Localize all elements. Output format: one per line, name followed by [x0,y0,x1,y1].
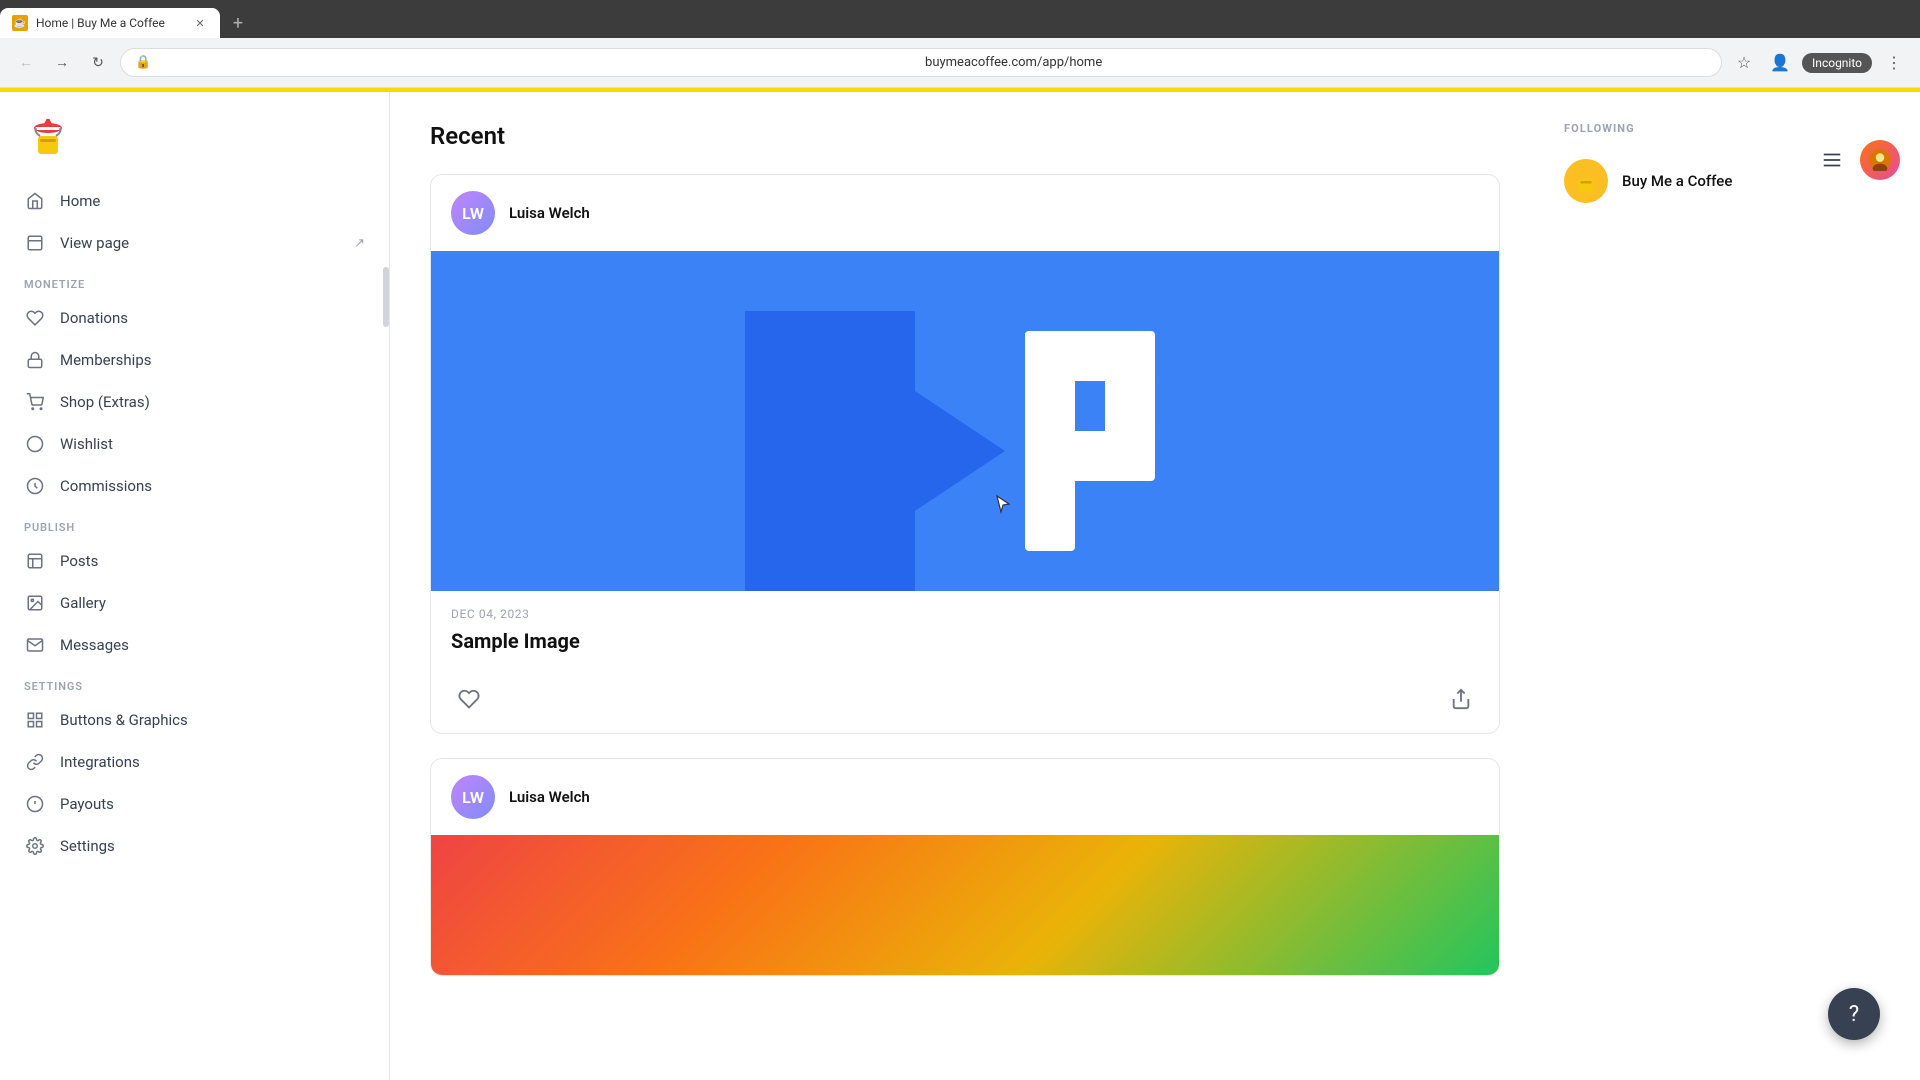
post-card-1: LW Luisa Welch [430,174,1500,734]
sidebar-item-memberships[interactable]: Memberships [0,339,389,381]
sidebar-item-messages[interactable]: Messages [0,624,389,666]
gallery-icon [24,592,46,614]
share-button-1[interactable] [1443,681,1479,717]
sidebar-scrollbar[interactable] [383,92,389,1080]
sidebar-nav: Home View page ↗ MONETIZE Donations [0,180,389,1080]
tab-favicon: ☕ [12,15,28,31]
sidebar-item-payouts[interactable]: Payouts [0,783,389,825]
active-tab[interactable]: ☕ Home | Buy Me a Coffee ✕ [0,8,220,38]
sidebar-item-donations[interactable]: Donations [0,297,389,339]
logo-icon [26,114,70,158]
address-bar[interactable]: 🔒 buymeacoffee.com/app/home [120,48,1722,77]
memberships-icon [24,349,46,371]
payouts-icon [24,793,46,815]
post-card-header-1: LW Luisa Welch [431,175,1499,251]
messages-icon [24,634,46,656]
incognito-badge[interactable]: Incognito [1802,53,1872,73]
profile-icon[interactable]: 👤 [1766,49,1794,77]
publish-section-title: PUBLISH [0,507,389,540]
help-button[interactable]: ? [1828,988,1880,1040]
author-name-1: Luisa Welch [509,204,590,222]
commissions-icon [24,475,46,497]
avatar-image [1869,149,1891,171]
sidebar-item-settings[interactable]: Settings [0,825,389,867]
post-meta-1: DEC 04, 2023 Sample Image [431,591,1499,653]
page-title: Recent [430,122,1500,150]
sidebar-item-shop[interactable]: Shop (Extras) [0,381,389,423]
post-image-2 [431,835,1499,975]
monetize-section-title: MONETIZE [0,264,389,297]
buttons-graphics-icon [24,709,46,731]
following-name-bmc: Buy Me a Coffee [1622,172,1732,190]
following-title: FOLLOWING [1564,122,1896,135]
following-avatar-bmc [1564,159,1608,203]
sidebar-item-commissions[interactable]: Commissions [0,465,389,507]
post-card-2: LW Luisa Welch [430,758,1500,976]
post-image-2-bg [431,835,1499,975]
scrollbar-thumb [383,267,389,327]
tab-close-button[interactable]: ✕ [192,15,208,31]
author-name-2: Luisa Welch [509,788,590,806]
bmc-following-logo [1572,167,1600,195]
help-icon: ? [1849,1002,1859,1027]
header-right [1816,140,1900,180]
author-avatar-2: LW [451,775,495,819]
sidebar-item-gallery[interactable]: Gallery [0,582,389,624]
hamburger-button[interactable] [1816,144,1848,176]
shop-icon [24,391,46,413]
post-image-1 [431,251,1499,591]
toolbar-icons: ☆ 👤 Incognito ⋮ [1730,49,1908,77]
like-button-1[interactable] [451,681,487,717]
post-card-header-2: LW Luisa Welch [431,759,1499,835]
post-actions-1 [431,669,1499,733]
sidebar-item-posts[interactable]: Posts [0,540,389,582]
main-content: Recent LW Luisa Welch [390,92,1540,1080]
posts-icon [24,550,46,572]
browser-chrome: ☕ Home | Buy Me a Coffee ✕ + ← → ↻ 🔒 buy… [0,0,1920,88]
tab-title: Home | Buy Me a Coffee [36,16,184,30]
user-avatar[interactable] [1860,140,1900,180]
url-text: buymeacoffee.com/app/home [925,55,1707,70]
settings-icon [24,835,46,857]
post-image-svg [431,251,1499,591]
author-avatar-1: LW [451,191,495,235]
settings-section-title: SETTINGS [0,666,389,699]
bookmark-icon[interactable]: ☆ [1730,49,1758,77]
wishlist-icon [24,433,46,455]
donations-icon [24,307,46,329]
tab-bar: ☕ Home | Buy Me a Coffee ✕ + [0,0,1920,38]
new-tab-button[interactable]: + [224,9,252,37]
sidebar-item-home[interactable]: Home [0,180,389,222]
sidebar-item-view-page[interactable]: View page ↗ [0,222,389,264]
integrations-icon [24,751,46,773]
sidebar-header [0,92,389,180]
view-page-icon [24,232,46,254]
sidebar-item-wishlist[interactable]: Wishlist [0,423,389,465]
external-link-icon: ↗ [354,236,365,251]
menu-icon[interactable]: ⋮ [1880,49,1908,77]
browser-toolbar: ← → ↻ 🔒 buymeacoffee.com/app/home ☆ 👤 In… [0,38,1920,88]
back-button[interactable]: ← [12,49,40,77]
post-title-1: Sample Image [451,629,1479,653]
sidebar-item-integrations[interactable]: Integrations [0,741,389,783]
sidebar-item-buttons-graphics[interactable]: Buttons & Graphics [0,699,389,741]
post-date-1: DEC 04, 2023 [451,607,1479,621]
app-logo [24,112,72,160]
forward-button[interactable]: → [48,49,76,77]
home-icon [24,190,46,212]
sidebar: Home View page ↗ MONETIZE Donations [0,92,390,1080]
right-sidebar: FOLLOWING Buy Me a Coffee [1540,92,1920,1080]
reload-button[interactable]: ↻ [84,49,112,77]
app-layout: Home View page ↗ MONETIZE Donations [0,92,1920,1080]
